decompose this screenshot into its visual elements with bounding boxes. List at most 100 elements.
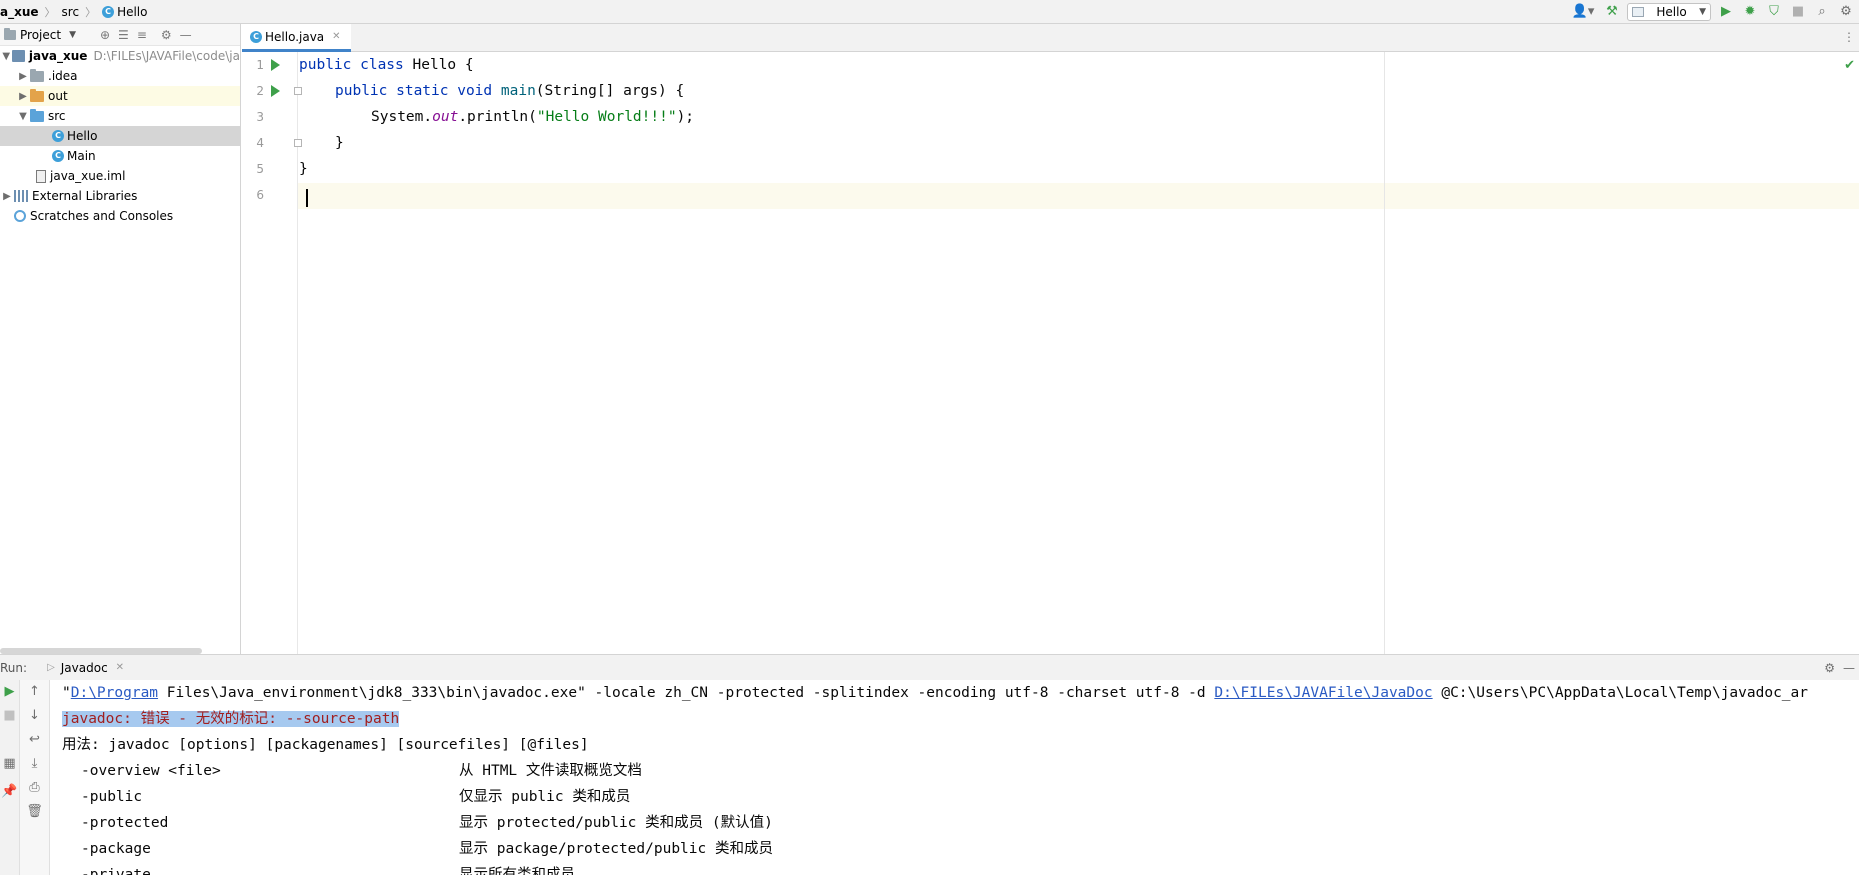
run-gutter-icon[interactable] [271, 59, 280, 71]
more-options-icon[interactable]: ⋮ [1843, 30, 1855, 44]
run-icon[interactable]: ▶ [1717, 3, 1735, 21]
tree-item-scratches[interactable]: Scratches and Consoles [0, 206, 240, 226]
inspection-ok-icon[interactable]: ✔ [1844, 58, 1855, 73]
path-link[interactable]: D:\Program [71, 685, 158, 701]
console-output[interactable]: "D:\Program Files\Java_environment\jdk8_… [51, 680, 1859, 875]
chevron-right-icon[interactable]: ▶ [16, 71, 30, 82]
tree-item-hello[interactable]: C Hello [0, 126, 240, 146]
console-side-toolbar: ↑ ↓ ↩ ⤓ ⎙ 🗑 [20, 680, 50, 875]
excluded-folder-icon [30, 88, 44, 102]
editor-tab-bar: C Hello.java ✕ ⋮ [242, 24, 1859, 52]
project-view-icon [4, 27, 16, 40]
console-option-line: -public 仅显示 public 类和成员 [81, 784, 1781, 810]
breadcrumb-hello[interactable]: Hello [117, 5, 147, 19]
chevron-down-icon[interactable]: ▼ [69, 30, 76, 40]
tree-item-external-libraries[interactable]: ▶ External Libraries [0, 186, 240, 206]
layout-icon[interactable]: ▦ [0, 756, 19, 771]
stop-icon[interactable]: ■ [0, 708, 19, 723]
keyword: public class [299, 57, 413, 73]
code-text: ); [676, 109, 695, 125]
build-hammer-icon[interactable]: ⚒ [1603, 3, 1621, 21]
chevron-right-icon: 〉 [85, 5, 97, 19]
hide-panel-icon[interactable]: — [180, 28, 192, 42]
editor-gutter: 1 2 3 4 5 6 [242, 52, 302, 654]
run-tab-javadoc[interactable]: Javadoc [61, 661, 108, 675]
folder-icon [30, 68, 44, 82]
console-command-line: "D:\Program Files\Java_environment\jdk8_… [62, 680, 1808, 706]
project-tool-window: Project ▼ ⊕ ☰ ≡ ⚙ — ▼ java_xue D:\FILEs\… [0, 24, 241, 654]
run-with-coverage-icon[interactable]: ⛉ [1765, 3, 1783, 21]
tree-item-label: Scratches and Consoles [30, 209, 174, 223]
tree-item-label: Main [67, 149, 96, 163]
option-flag: -protected [81, 815, 169, 831]
tree-item-idea[interactable]: ▶ .idea [0, 66, 240, 86]
chevron-down-icon[interactable]: ▼ [0, 51, 12, 62]
debug-bug-icon[interactable]: ✹ [1741, 3, 1759, 21]
trash-icon[interactable]: 🗑 [20, 804, 49, 819]
stop-icon[interactable]: ■ [1789, 3, 1807, 21]
class-icon: C [52, 150, 64, 162]
soft-wrap-icon[interactable]: ↩ [20, 732, 49, 747]
run-label: Run: [0, 660, 28, 675]
line-number: 6 [256, 188, 264, 202]
library-icon [14, 190, 28, 202]
chevron-right-icon: 〉 [44, 5, 56, 19]
breadcrumb-src[interactable]: src [62, 5, 80, 19]
tree-item-main[interactable]: C Main [0, 146, 240, 166]
breadcrumb-project[interactable]: a_xue [0, 5, 39, 19]
tree-item-project-root[interactable]: ▼ java_xue D:\FILEs\JAVAFile\code\ja [0, 46, 240, 66]
class-icon: C [250, 30, 262, 43]
tree-item-label: java_xue [28, 49, 88, 63]
code-editor[interactable]: public class Hello { public static void … [299, 52, 1859, 654]
chevron-right-icon[interactable]: ▶ [16, 91, 30, 102]
code-line-5: } [299, 161, 308, 177]
scroll-to-end-icon[interactable]: ⤓ [20, 756, 49, 771]
code-text: Hello { [412, 57, 474, 73]
line-number: 1 [256, 58, 264, 72]
code-line-1: public class Hello { [299, 52, 474, 78]
arrow-up-icon[interactable]: ↑ [20, 684, 49, 699]
run-configuration-select[interactable]: Hello ▼ [1627, 2, 1711, 21]
code-line-4: } [335, 135, 344, 151]
console-text: " [62, 685, 71, 701]
chevron-down-icon[interactable]: ▼ [16, 111, 30, 122]
text-caret [306, 189, 308, 207]
console-option-line: -protected 显示 protected/public 类和成员 (默认值) [81, 810, 1781, 836]
hide-panel-icon[interactable]: — [1843, 661, 1855, 675]
run-side-toolbar: ▶ ■ ▦ 📌 [0, 680, 20, 875]
code-line-2: public static void main(String[] args) { [335, 78, 684, 104]
settings-gear-icon[interactable]: ⚙ [1824, 661, 1835, 675]
tree-item-label: Hello [67, 129, 98, 143]
editor-tab-hello-java[interactable]: C Hello.java ✕ [242, 24, 351, 52]
run-panel-header: Run: ▷ Javadoc ✕ ⚙ — [0, 654, 1859, 680]
chevron-down-icon: ▼ [1699, 6, 1706, 17]
pin-icon[interactable]: 📌 [0, 784, 19, 799]
close-icon[interactable]: ✕ [116, 662, 124, 673]
user-icon[interactable]: 👤▾ [1569, 3, 1597, 21]
arrow-down-icon[interactable]: ↓ [20, 708, 49, 723]
run-tab-icon: ▷ [47, 662, 55, 673]
rerun-icon[interactable]: ▶ [0, 684, 19, 699]
module-folder-icon [12, 50, 25, 62]
settings-gear-icon[interactable]: ⚙ [1837, 3, 1855, 21]
close-icon[interactable]: ✕ [332, 31, 340, 42]
print-icon[interactable]: ⎙ [20, 780, 49, 795]
tree-item-iml[interactable]: java_xue.iml [0, 166, 240, 186]
project-view-label[interactable]: Project [20, 28, 61, 42]
option-flag: -private [81, 867, 151, 875]
main-toolbar: 👤▾ ⚒ Hello ▼ ▶ ✹ ⛉ ■ ⌕ ⚙ [1569, 0, 1859, 23]
collapse-all-icon[interactable]: ≡ [137, 28, 147, 42]
chevron-right-icon[interactable]: ▶ [0, 191, 14, 202]
run-gutter-icon[interactable] [271, 85, 280, 97]
module-file-icon [36, 169, 46, 183]
tree-item-out[interactable]: ▶ out [0, 86, 240, 106]
code-line-3: System.out.println("Hello World!!!"); [371, 104, 694, 130]
path-link[interactable]: D:\FILEs\JAVAFile\JavaDoc [1214, 685, 1432, 701]
search-icon[interactable]: ⌕ [1813, 3, 1831, 21]
tree-item-src[interactable]: ▼ src [0, 106, 240, 126]
expand-all-icon[interactable]: ☰ [118, 28, 129, 42]
locate-file-icon[interactable]: ⊕ [100, 28, 110, 42]
settings-gear-icon[interactable]: ⚙ [161, 28, 172, 42]
right-margin-guide [1384, 52, 1385, 654]
option-description: 从 HTML 文件读取概览文档 [459, 763, 642, 779]
